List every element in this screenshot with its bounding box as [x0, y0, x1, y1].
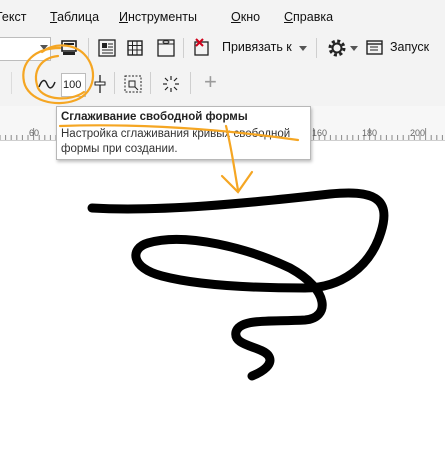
- menu-text[interactable]: Текст: [0, 10, 26, 24]
- chevron-down-icon[interactable]: [350, 46, 358, 51]
- menu-table[interactable]: Таблица: [50, 10, 99, 24]
- launch-icon[interactable]: [364, 37, 386, 59]
- copy-properties-icon[interactable]: [58, 37, 80, 59]
- snap-to-button[interactable]: Привязать к: [222, 40, 292, 54]
- view-eye-icon[interactable]: [155, 37, 177, 59]
- bounding-box-icon[interactable]: [122, 73, 144, 95]
- menu-bar: Текст Таблица Инструменты Окно Справка: [0, 0, 445, 32]
- smoothing-value-input[interactable]: 100: [61, 73, 86, 97]
- add-button[interactable]: +: [204, 69, 217, 95]
- separator: [88, 38, 89, 58]
- separator: [190, 72, 191, 94]
- property-bar-top: Привязать к Запуск: [0, 32, 445, 65]
- node-burst-icon[interactable]: [160, 73, 182, 95]
- menu-tools[interactable]: Инструменты: [119, 10, 197, 24]
- tooltip-title: Сглаживание свободной формы: [61, 111, 248, 123]
- ruler-label: 200: [410, 128, 426, 138]
- remove-link-icon[interactable]: [191, 37, 213, 59]
- separator: [11, 72, 12, 94]
- chevron-down-icon: [40, 45, 48, 50]
- ruler-label: 60: [29, 128, 40, 138]
- freehand-curve[interactable]: [87, 188, 389, 381]
- ruler-label: 180: [362, 128, 378, 138]
- gear-icon[interactable]: [326, 37, 348, 59]
- freehand-smoothing-icon[interactable]: [36, 73, 58, 95]
- launch-button[interactable]: Запуск: [390, 40, 429, 54]
- table-grid-icon[interactable]: [124, 37, 146, 59]
- chevron-down-icon[interactable]: [299, 46, 307, 51]
- menu-help[interactable]: Справка: [284, 10, 333, 24]
- separator: [183, 38, 184, 58]
- tooltip-description: Настройка сглаживания кривых свободной ф…: [61, 128, 291, 155]
- wrap-text-icon[interactable]: [96, 37, 118, 59]
- separator: [150, 72, 151, 94]
- style-combo[interactable]: [0, 37, 51, 61]
- tooltip: Сглаживание свободной формы Настройка сг…: [56, 106, 311, 160]
- ruler-label: 160: [312, 128, 328, 138]
- annotation-arrowhead: [220, 170, 254, 194]
- menu-window[interactable]: Окно: [231, 10, 260, 24]
- separator: [114, 72, 115, 94]
- separator: [316, 38, 317, 58]
- slider-icon[interactable]: [89, 73, 111, 95]
